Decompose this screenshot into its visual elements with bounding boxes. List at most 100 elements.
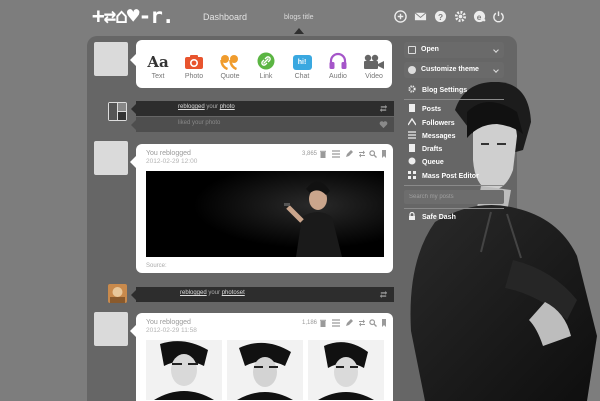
post-date: 2012-02-29 11:58: [146, 327, 197, 334]
sidebar-item-posts[interactable]: Posts: [408, 104, 441, 113]
post-type-label: Audio: [329, 73, 347, 80]
queue-icon: [408, 157, 416, 165]
safe-dash-toggle[interactable]: Safe Dash: [408, 212, 456, 221]
post-photo[interactable]: [146, 171, 384, 257]
camera-icon: [185, 55, 203, 69]
note-count[interactable]: 3,865: [302, 151, 317, 157]
post-type-label: Text: [151, 73, 165, 80]
post-type-audio[interactable]: Audio: [320, 40, 356, 88]
notification-action[interactable]: reblogged: [180, 290, 207, 296]
new-post-icon[interactable]: [394, 10, 407, 23]
notification-row: reblogged your photoset: [131, 287, 394, 302]
divider: [404, 185, 504, 186]
sidebar-item-mass-post-editor[interactable]: Mass Post Editor: [408, 171, 479, 180]
settings-icon[interactable]: [454, 10, 467, 23]
post-title[interactable]: You reblogged: [146, 150, 191, 157]
notification-row: liked your photo: [131, 117, 394, 132]
reblog-icon[interactable]: [379, 290, 388, 299]
queue-icon[interactable]: [332, 319, 340, 327]
search-icon[interactable]: [369, 319, 377, 327]
nav-blog-title[interactable]: blogs title: [284, 14, 314, 21]
post-type-bar: Aa Text Photo Quote Link hi! Chat Audio …: [130, 40, 392, 88]
avatar[interactable]: [108, 102, 127, 121]
edit-icon[interactable]: [345, 319, 353, 327]
post-type-label: Video: [365, 73, 383, 80]
avatar[interactable]: [94, 141, 128, 175]
avatar[interactable]: [94, 42, 128, 76]
notification-object-link[interactable]: photo: [220, 104, 235, 110]
chevron-down-icon: [493, 67, 499, 73]
post-date: 2012-02-29 12:00: [146, 158, 198, 165]
gear-icon: [408, 85, 416, 93]
post-type-label: Quote: [220, 73, 240, 80]
background-portrait: [410, 82, 597, 401]
tumblr-e-icon[interactable]: e: [473, 10, 486, 23]
customize-theme-button[interactable]: Customize theme: [404, 62, 504, 78]
video-camera-icon: [364, 54, 384, 69]
post-card: You reblogged 2012-02-29 12:00 3,865 Sou…: [130, 144, 393, 273]
post-type-video[interactable]: Video: [356, 40, 392, 88]
notification-object-link[interactable]: photoset: [222, 290, 245, 296]
post-type-label: Chat: [294, 73, 310, 80]
chevron-down-icon: [493, 47, 499, 53]
sidebar-item-messages[interactable]: Messages: [408, 131, 455, 140]
avatar[interactable]: [94, 312, 128, 346]
photoset-image[interactable]: [227, 340, 303, 400]
help-icon[interactable]: ?: [434, 10, 447, 23]
followers-icon: [408, 118, 416, 126]
edit-icon[interactable]: [345, 150, 353, 158]
note-count[interactable]: 1,186: [302, 320, 317, 326]
reblog-icon[interactable]: [358, 319, 366, 327]
sidebar-item-drafts[interactable]: Drafts: [408, 144, 442, 153]
post-type-quote[interactable]: Quote: [212, 40, 248, 88]
mass-editor-icon: [408, 171, 416, 179]
post-type-label: Link: [259, 73, 273, 80]
logo[interactable]: +⇄⌂♥-r.: [92, 4, 175, 28]
headphones-icon: [329, 52, 347, 69]
post-type-text[interactable]: Aa Text: [140, 40, 176, 88]
notification-action: liked: [178, 120, 191, 126]
post-card: You reblogged 2012-02-29 11:58 1,186: [130, 313, 393, 401]
photoset-image[interactable]: [146, 340, 222, 400]
post-type-chat[interactable]: hi! Chat: [284, 40, 320, 88]
heart-icon[interactable]: [379, 120, 388, 129]
nav-dashboard-link[interactable]: Dashboard: [203, 12, 247, 22]
bookmark-icon[interactable]: [380, 319, 388, 327]
mail-icon[interactable]: [414, 10, 427, 23]
blog-settings-link[interactable]: Blog Settings: [408, 85, 467, 94]
avatar[interactable]: [108, 284, 127, 303]
reblog-icon[interactable]: [358, 150, 366, 158]
open-button[interactable]: Open: [404, 42, 504, 58]
post-type-link[interactable]: Link: [248, 40, 284, 88]
chat-icon: hi!: [292, 55, 312, 70]
post-title[interactable]: You reblogged: [146, 319, 191, 326]
notification-row: reblogged your photo: [131, 101, 394, 116]
reblog-icon[interactable]: [379, 104, 388, 113]
search-input[interactable]: [404, 190, 504, 204]
delete-icon[interactable]: [319, 150, 327, 158]
messages-icon: [408, 131, 416, 139]
quote-icon: [220, 55, 238, 70]
power-icon[interactable]: [492, 10, 505, 23]
delete-icon[interactable]: [319, 319, 327, 327]
svg-text:?: ?: [438, 12, 443, 22]
text-icon: Aa: [147, 53, 169, 71]
blog-icon: [408, 46, 416, 54]
link-icon: [257, 52, 275, 70]
sidebar-item-queue[interactable]: Queue: [408, 157, 444, 166]
lock-icon: [408, 212, 416, 220]
bookmark-icon[interactable]: [380, 150, 388, 158]
sidebar-item-followers[interactable]: Followers: [408, 118, 455, 127]
notification-object-link[interactable]: photo: [205, 120, 220, 126]
post-source: Source:: [146, 263, 167, 269]
posts-icon: [408, 104, 416, 112]
notification-action[interactable]: reblogged: [178, 104, 205, 110]
search-icon[interactable]: [369, 150, 377, 158]
photoset-image[interactable]: [308, 340, 384, 400]
post-type-photo[interactable]: Photo: [176, 40, 212, 88]
drafts-icon: [408, 144, 416, 152]
brush-icon: [408, 66, 416, 74]
nav-caret: [294, 28, 304, 34]
top-bar: +⇄⌂♥-r. Dashboard blogs title ? e: [0, 0, 600, 36]
queue-icon[interactable]: [332, 150, 340, 158]
